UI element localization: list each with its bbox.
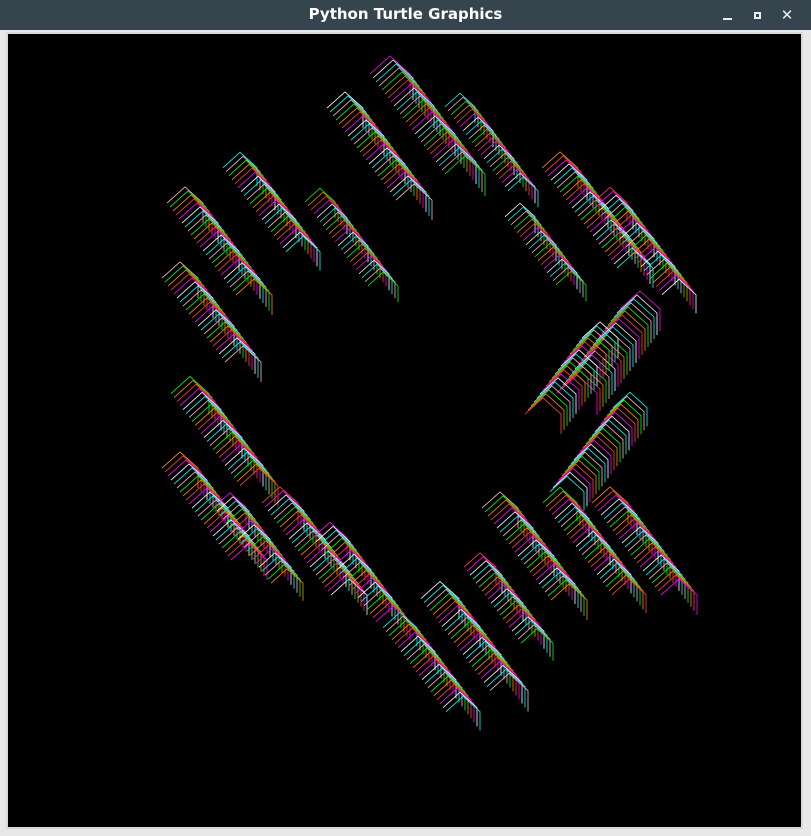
turtle-stroke: [507, 206, 539, 238]
turtle-stroke: [511, 616, 545, 649]
turtle-stroke: [510, 210, 542, 242]
minimize-icon: [722, 18, 732, 20]
turtle-stroke: [520, 628, 554, 661]
turtle-stroke: [453, 104, 485, 136]
window-title: Python Turtle Graphics: [308, 5, 503, 23]
turtle-stroke: [270, 568, 304, 601]
turtle-stroke: [307, 191, 339, 223]
turtle-stroke: [267, 564, 301, 597]
turtle-stroke: [444, 92, 476, 124]
turtle-stroke: [447, 96, 479, 128]
maximize-icon: [753, 11, 761, 19]
turtle-stroke: [285, 235, 321, 271]
turtle-drawing: [161, 55, 698, 731]
turtle-stroke: [445, 695, 481, 731]
title-bar[interactable]: Python Turtle Graphics ✕: [0, 0, 811, 30]
turtle-stroke: [514, 620, 548, 653]
turtle-stroke: [313, 199, 345, 231]
maximize-button[interactable]: [742, 0, 772, 30]
turtle-stroke: [264, 560, 298, 593]
minimize-button[interactable]: [712, 0, 742, 30]
turtle-stroke: [661, 278, 697, 314]
turtle-stroke: [611, 578, 647, 614]
turtle-stroke: [304, 187, 336, 219]
turtle-stroke: [504, 202, 536, 234]
turtle-canvas[interactable]: [6, 32, 803, 829]
turtle-stroke: [316, 203, 348, 235]
turtle-stroke: [456, 108, 488, 140]
turtle-stroke: [513, 214, 545, 246]
turtle-stroke: [516, 218, 548, 250]
turtle-stroke: [450, 100, 482, 132]
turtle-stroke: [524, 397, 562, 434]
close-button[interactable]: ✕: [772, 0, 802, 30]
turtle-window: Python Turtle Graphics ✕: [0, 0, 811, 836]
turtle-stroke: [310, 195, 342, 227]
turtle-stroke: [517, 624, 551, 657]
close-icon: ✕: [780, 5, 794, 24]
